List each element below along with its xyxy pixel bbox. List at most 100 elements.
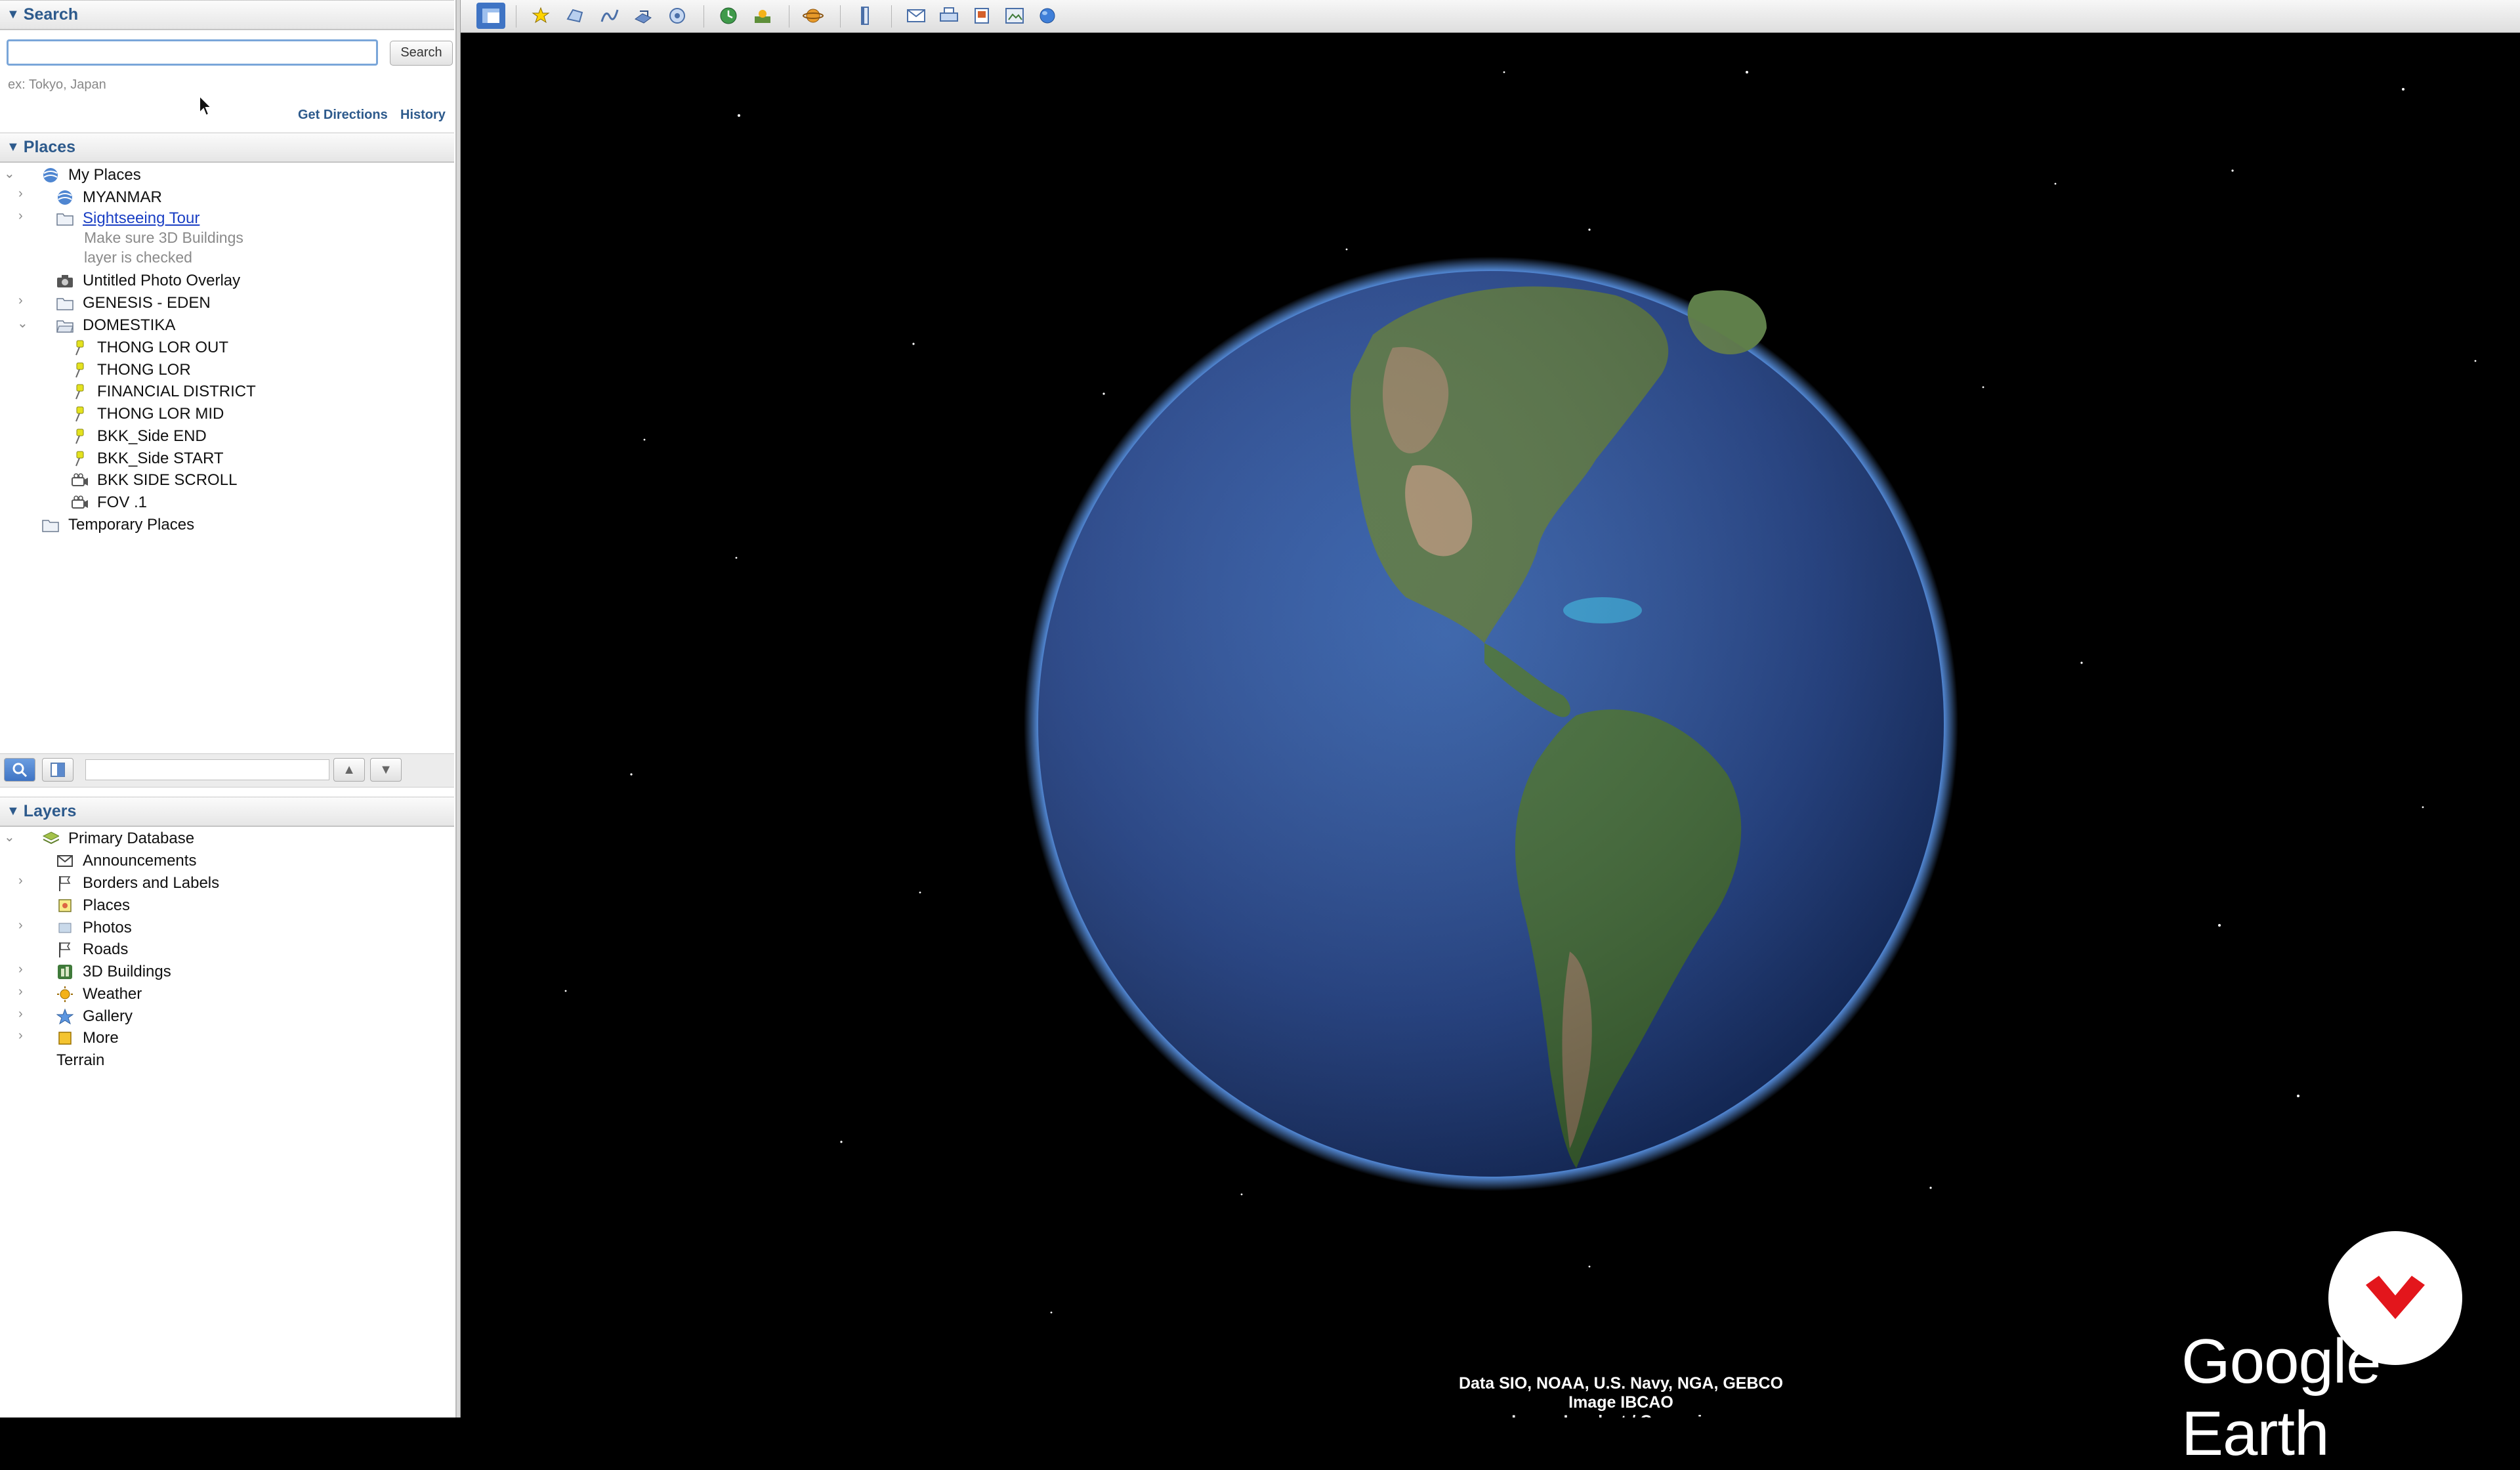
layer-borders-and-labels[interactable]: Borders and Labels — [56, 872, 219, 894]
placemark-icon — [532, 7, 550, 24]
pushpin-icon — [71, 383, 88, 400]
pushpin-icon — [71, 339, 88, 356]
magnifier-icon — [12, 763, 28, 778]
path-icon — [600, 9, 619, 22]
planet-icon — [803, 9, 824, 23]
history-link[interactable]: History — [400, 108, 446, 123]
pushpin-icon — [71, 428, 88, 445]
chevron-right-icon[interactable]: › — [18, 1007, 23, 1022]
tree-item-label: THONG LOR — [97, 361, 191, 379]
chevron-right-icon[interactable]: › — [18, 873, 23, 889]
add-placemark-button[interactable] — [526, 3, 555, 29]
my-places-icon — [42, 167, 59, 184]
search-places-button[interactable] — [4, 758, 35, 782]
layer-primary-database[interactable]: Primary Database — [42, 828, 194, 850]
collapse-triangle-icon: ▼ — [7, 804, 20, 818]
tree-item-thong-lor-out[interactable]: THONG LOR OUT — [71, 337, 228, 359]
tree-item-myanmar[interactable]: MYANMAR — [56, 186, 162, 209]
layer-more[interactable]: More — [56, 1027, 119, 1049]
search-input[interactable] — [7, 39, 378, 66]
chevron-right-icon[interactable]: › — [18, 984, 23, 999]
tree-item-domestika[interactable]: DOMESTIKA — [56, 314, 175, 337]
places-filter-input[interactable] — [85, 759, 329, 780]
hide-sidebar-button[interactable] — [476, 3, 505, 29]
tree-item-description: Make sure 3D Buildings — [84, 229, 243, 246]
envelope-icon — [56, 852, 74, 870]
search-panel-header[interactable]: ▼ Search — [0, 0, 454, 30]
sunlight-icon — [755, 10, 770, 23]
tree-item-genesis-eden[interactable]: GENESIS - EDEN — [56, 292, 211, 314]
tree-item-fov[interactable]: FOV .1 — [71, 492, 147, 514]
layer-roads[interactable]: Roads — [56, 938, 128, 961]
tree-item-temporary-places[interactable]: Temporary Places — [42, 514, 194, 536]
chevron-right-icon[interactable]: › — [18, 209, 23, 224]
printer-icon — [940, 7, 958, 22]
tree-item-label: FOV .1 — [97, 494, 148, 511]
print-button[interactable] — [934, 3, 963, 29]
chevron-down-icon[interactable]: ⌄ — [4, 165, 15, 182]
layer-3d-buildings[interactable]: 3D Buildings — [56, 961, 171, 983]
chevron-right-icon[interactable]: › — [18, 962, 23, 977]
chevron-down-icon[interactable]: ⌄ — [4, 829, 15, 845]
chevron-right-icon[interactable]: › — [18, 1028, 23, 1043]
sunlight-button[interactable] — [748, 3, 777, 29]
tree-item-thong-lor[interactable]: THONG LOR — [71, 359, 191, 381]
chevron-right-icon[interactable]: › — [18, 293, 23, 308]
panel-icon — [51, 763, 65, 777]
historical-imagery-button[interactable] — [714, 3, 743, 29]
tree-item-label[interactable]: Sightseeing Tour — [83, 209, 200, 228]
tree-item-financial-district[interactable]: FINANCIAL DISTRICT — [71, 381, 256, 403]
tree-item-bkk-side-scroll[interactable]: BKK SIDE SCROLL — [71, 469, 237, 492]
record-tour-button[interactable] — [663, 3, 692, 29]
chevron-right-icon[interactable]: › — [18, 918, 23, 933]
add-polygon-button[interactable] — [560, 3, 589, 29]
move-up-button[interactable]: ▲ — [333, 758, 365, 782]
tree-item-sightseeing-tour[interactable]: Sightseeing Tour — [56, 207, 200, 230]
globe-shading — [1038, 271, 1944, 1177]
search-panel-title: Search — [23, 5, 79, 24]
map-image-button[interactable] — [1000, 3, 1029, 29]
email-icon — [907, 9, 925, 22]
tree-item-photo-overlay[interactable]: Untitled Photo Overlay — [56, 270, 240, 292]
ruler-button[interactable] — [850, 3, 879, 29]
attribution-line: Image IBCAO — [1568, 1393, 1673, 1412]
channel-badge — [2328, 1231, 2462, 1365]
get-directions-link[interactable]: Get Directions — [298, 108, 388, 123]
layers-panel-header[interactable]: ▼ Layers — [0, 797, 454, 827]
layer-photos[interactable]: Photos — [56, 917, 132, 939]
places-panel-header[interactable]: ▼ Places — [0, 133, 454, 163]
earth-3d-view[interactable]: Data SIO, NOAA, U.S. Navy, NGA, GEBCO Im… — [461, 33, 2520, 1418]
toggle-panel-button[interactable] — [42, 758, 74, 782]
layer-places[interactable]: Places — [56, 894, 130, 917]
search-button[interactable]: Search — [390, 41, 453, 66]
chevron-right-icon[interactable]: › — [18, 186, 23, 201]
layer-announcements[interactable]: Announcements — [56, 850, 196, 872]
tree-item-my-places[interactable]: My Places — [42, 164, 141, 186]
layer-label: Places — [83, 896, 131, 914]
database-icon — [42, 830, 59, 847]
tree-item-thong-lor-mid[interactable]: THONG LOR MID — [71, 403, 224, 425]
layers-panel-title: Layers — [23, 802, 77, 820]
tree-item-label: THONG LOR OUT — [97, 339, 229, 356]
tree-item-label: GENESIS - EDEN — [83, 294, 211, 312]
add-path-button[interactable] — [595, 3, 623, 29]
layer-weather[interactable]: Weather — [56, 983, 142, 1005]
earth-view-button[interactable] — [1033, 3, 1062, 29]
tree-item-label: DOMESTIKA — [83, 316, 176, 334]
tree-item-bkk-side-start[interactable]: BKK_Side START — [71, 448, 224, 470]
add-image-overlay-button[interactable] — [629, 3, 658, 29]
email-button[interactable] — [902, 3, 931, 29]
save-image-button[interactable] — [967, 3, 996, 29]
tree-item-label: THONG LOR MID — [97, 405, 224, 423]
chevron-down-icon[interactable]: ⌄ — [17, 315, 28, 331]
layer-gallery[interactable]: Gallery — [56, 1005, 133, 1028]
more-layers-icon — [56, 1030, 74, 1047]
layer-label: Borders and Labels — [83, 874, 220, 892]
move-down-button[interactable]: ▼ — [370, 758, 402, 782]
polygon-icon — [566, 9, 583, 23]
places-layer-icon — [56, 897, 74, 914]
tree-item-bkk-side-end[interactable]: BKK_Side END — [71, 425, 207, 448]
switch-planet-button[interactable] — [799, 3, 828, 29]
flag-icon — [56, 941, 74, 958]
layer-terrain[interactable]: Terrain — [56, 1049, 104, 1072]
